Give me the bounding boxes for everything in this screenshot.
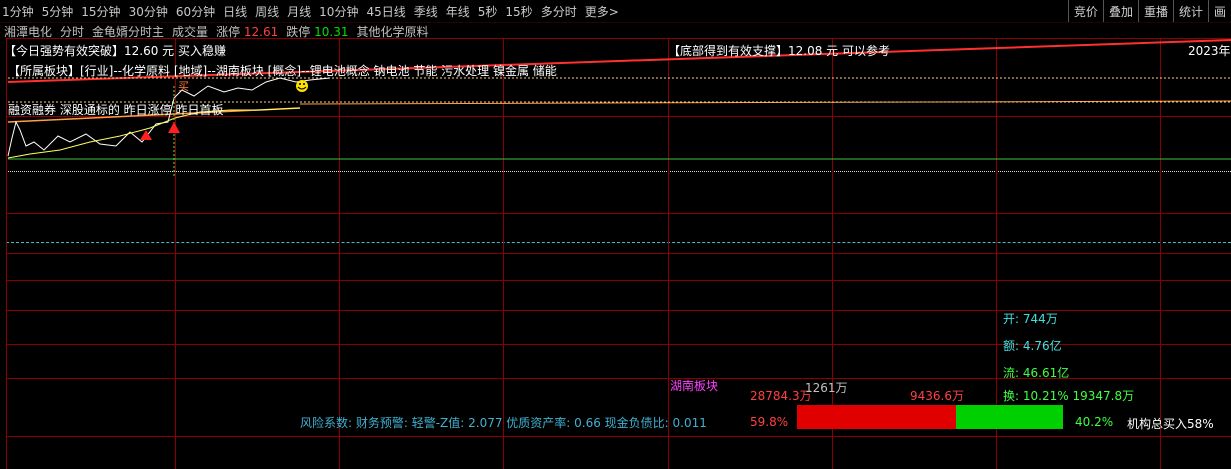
period-tab[interactable]: 5秒: [478, 3, 498, 20]
support-annotation: 【底部得到有效支撑】12.08 元 可以参考: [668, 44, 890, 58]
up-arrow-marker-2: [168, 122, 180, 133]
buy-mark: 买: [178, 80, 189, 93]
outflow-pct: 40.2%: [1075, 415, 1114, 429]
period-tab[interactable]: 10分钟: [319, 3, 358, 20]
period-tab[interactable]: 45日线: [366, 3, 405, 20]
period-tab[interactable]: 30分钟: [129, 3, 168, 20]
inflow-bar: [797, 405, 957, 429]
year-label: 2023年: [1188, 44, 1231, 58]
open-value: 744万: [1022, 312, 1058, 326]
period-tab[interactable]: 月线: [287, 3, 311, 20]
outflow-value: 9436.6万: [910, 389, 964, 403]
right-button-group: 竞价 叠加 重播 统计画: [1067, 0, 1231, 22]
middle-value: 1261万: [805, 381, 848, 395]
margin-annotation: 融资融券 深股通标的 昨日涨停 昨日首板: [8, 103, 224, 117]
institution-buy: 机构总买入58%: [1127, 417, 1214, 431]
breakout-annotation: 【今日强势有效突破】12.60 元 买入稳赚: [4, 44, 226, 58]
toolbar-button[interactable]: 画: [1207, 0, 1231, 22]
period-tab[interactable]: 15秒: [505, 3, 532, 20]
smiley-icon: [296, 80, 308, 92]
inflow-pct: 59.8%: [750, 415, 789, 429]
open-label: 开:: [1003, 312, 1020, 326]
period-tab[interactable]: 多分时: [541, 3, 577, 20]
toolbar-button[interactable]: 重播: [1137, 0, 1173, 22]
period-tab[interactable]: 更多>: [585, 3, 619, 20]
sector-annotation: 【所属板块】[行业]--化学原料 [地域]--湖南板块 [概念]--锂电池概念 …: [8, 64, 557, 78]
period-tab[interactable]: 周线: [255, 3, 279, 20]
sector-flow-label[interactable]: 湖南板块: [670, 377, 718, 394]
float-label: 流:: [1003, 366, 1020, 380]
period-tab[interactable]: 日线: [223, 3, 247, 20]
period-tab[interactable]: 季线: [414, 3, 438, 20]
turnover-amount: 19347.8万: [1072, 389, 1135, 403]
period-tabs: 1分钟 5分钟 15分钟 30分钟 60分钟 日线 周线 月线 10分钟 45日线 季线 年线 5秒 15…: [2, 3, 627, 20]
turnover-label: 换:: [1003, 389, 1020, 403]
toolbar-button[interactable]: 统计: [1172, 0, 1208, 22]
risk-info: 风险系数: 财务预警: 轻警-Z值: 2.077 优质资产率: 0.66 现金负…: [300, 416, 707, 430]
limit-down-label: 跌停: [286, 25, 311, 39]
toolbar-button[interactable]: 叠加: [1102, 0, 1138, 22]
amount-label: 额:: [1003, 339, 1020, 353]
period-tab[interactable]: 年线: [446, 3, 470, 20]
period-tab[interactable]: 5分钟: [42, 3, 74, 20]
period-toolbar: 1分钟 5分钟 15分钟 30分钟 60分钟 日线 周线 月线 10分钟 45日线 季线 年线 5秒 15…: [0, 0, 1231, 23]
period-tab[interactable]: 1分钟: [2, 3, 34, 20]
amount-value: 4.76亿: [1022, 339, 1062, 353]
float-value: 46.61亿: [1022, 366, 1070, 380]
limit-up-value: 12.61: [243, 25, 279, 39]
flow-bar: [797, 405, 1063, 429]
limit-up-label: 涨停: [216, 25, 241, 39]
period-tab[interactable]: 60分钟: [176, 3, 215, 20]
period-tab[interactable]: 15分钟: [81, 3, 120, 20]
limit-down-value: 10.31: [314, 25, 349, 39]
inflow-value: 28784.3万: [750, 389, 812, 403]
toolbar-button[interactable]: 竞价: [1067, 0, 1103, 22]
turnover-value: 10.21%: [1022, 389, 1069, 403]
